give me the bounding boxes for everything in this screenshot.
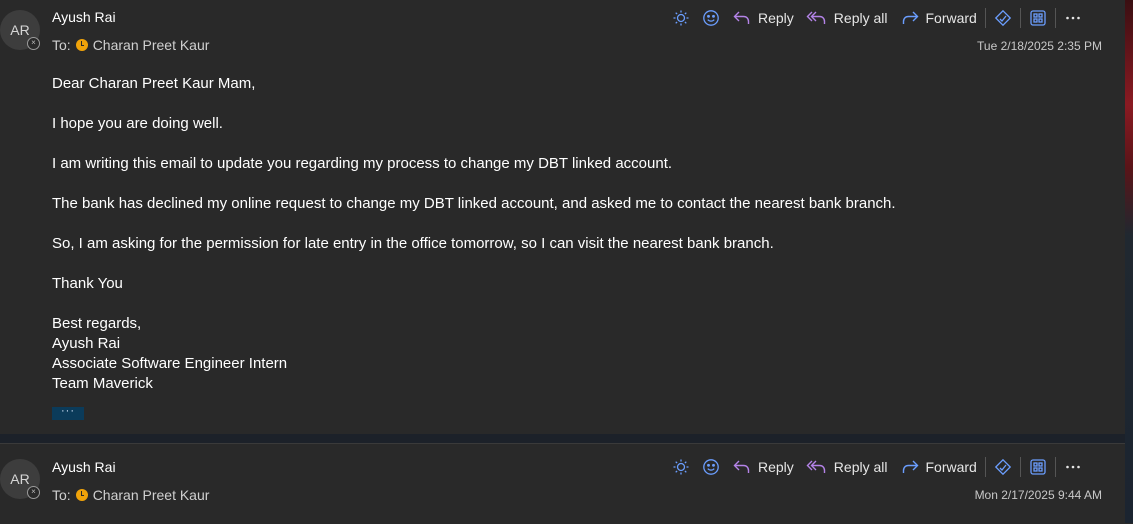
toolbar-divider xyxy=(984,457,986,477)
reply-label: Reply xyxy=(758,10,794,26)
apps-icon[interactable] xyxy=(1023,4,1053,32)
emoji-icon[interactable] xyxy=(696,453,726,481)
signature-line: Team Maverick xyxy=(52,375,153,392)
presence-offline-icon: × xyxy=(27,486,40,499)
to-label: To: xyxy=(52,37,71,53)
apps-icon[interactable] xyxy=(1023,453,1053,481)
email-message-1: AR × Ayush Rai To: Charan Preet Kaur Rep… xyxy=(0,0,1125,436)
toolbar-divider xyxy=(1019,457,1021,477)
message-body: Dear Charan Preet Kaur Mam, I hope you a… xyxy=(52,74,896,394)
clock-icon xyxy=(75,489,88,501)
forward-icon xyxy=(902,11,918,24)
reply-all-icon xyxy=(806,11,825,24)
forward-icon xyxy=(902,460,918,473)
reply-label: Reply xyxy=(758,459,794,475)
forward-button[interactable]: Forward xyxy=(894,453,983,481)
emoji-icon[interactable] xyxy=(696,4,726,32)
reply-all-button[interactable]: Reply all xyxy=(800,453,894,481)
more-icon[interactable] xyxy=(1058,453,1088,481)
sun-icon[interactable] xyxy=(666,453,696,481)
reply-icon xyxy=(733,11,750,24)
message-timestamp: Mon 2/17/2025 9:44 AM xyxy=(974,488,1102,502)
sticker-icon[interactable] xyxy=(988,4,1018,32)
toolbar-divider xyxy=(984,8,986,28)
avatar-initials: AR xyxy=(10,471,30,487)
desktop-background-strip xyxy=(1125,0,1133,523)
body-paragraph: I hope you are doing well. xyxy=(52,115,223,132)
clock-icon xyxy=(75,39,88,51)
recipient-line: To: Charan Preet Kaur xyxy=(52,37,209,53)
more-icon[interactable] xyxy=(1058,4,1088,32)
reply-all-button[interactable]: Reply all xyxy=(800,4,894,32)
show-more-button[interactable]: ··· xyxy=(52,406,84,420)
message-separator xyxy=(0,434,1125,443)
sticker-icon[interactable] xyxy=(988,453,1018,481)
message-toolbar: Reply Reply all Forward xyxy=(666,3,1088,33)
to-label: To: xyxy=(52,487,71,503)
presence-offline-icon: × xyxy=(27,37,40,50)
reply-button[interactable]: Reply xyxy=(726,4,800,32)
reply-all-label: Reply all xyxy=(833,10,888,26)
recipient-line: To: Charan Preet Kaur xyxy=(52,487,209,503)
toolbar-divider xyxy=(1054,457,1056,477)
toolbar-divider xyxy=(1054,8,1056,28)
email-message-2: AR × Ayush Rai To: Charan Preet Kaur Rep… xyxy=(0,443,1125,524)
body-paragraph: So, I am asking for the permission for l… xyxy=(52,235,774,252)
avatar-initials: AR xyxy=(10,22,30,38)
message-timestamp: Tue 2/18/2025 2:35 PM xyxy=(977,39,1102,53)
body-greeting: Dear Charan Preet Kaur Mam, xyxy=(52,75,256,92)
body-paragraph: Thank You xyxy=(52,275,123,292)
message-toolbar: Reply Reply all Forward xyxy=(666,452,1088,482)
forward-button[interactable]: Forward xyxy=(894,4,983,32)
reply-icon xyxy=(733,460,750,473)
body-paragraph: I am writing this email to update you re… xyxy=(52,155,673,172)
sun-icon[interactable] xyxy=(666,4,696,32)
reply-all-label: Reply all xyxy=(833,459,888,475)
recipient-name[interactable]: Charan Preet Kaur xyxy=(93,37,210,53)
toolbar-divider xyxy=(1019,8,1021,28)
reply-all-icon xyxy=(806,460,825,473)
sender-name[interactable]: Ayush Rai xyxy=(52,459,116,475)
signature-line: Ayush Rai xyxy=(52,335,121,352)
sender-name[interactable]: Ayush Rai xyxy=(52,9,116,25)
forward-label: Forward xyxy=(925,10,977,26)
signature-line: Associate Software Engineer Intern xyxy=(52,355,288,372)
reply-button[interactable]: Reply xyxy=(726,453,800,481)
recipient-name[interactable]: Charan Preet Kaur xyxy=(93,487,210,503)
forward-label: Forward xyxy=(925,459,977,475)
body-paragraph: The bank has declined my online request … xyxy=(52,195,896,212)
signature-line: Best regards, xyxy=(52,315,142,332)
